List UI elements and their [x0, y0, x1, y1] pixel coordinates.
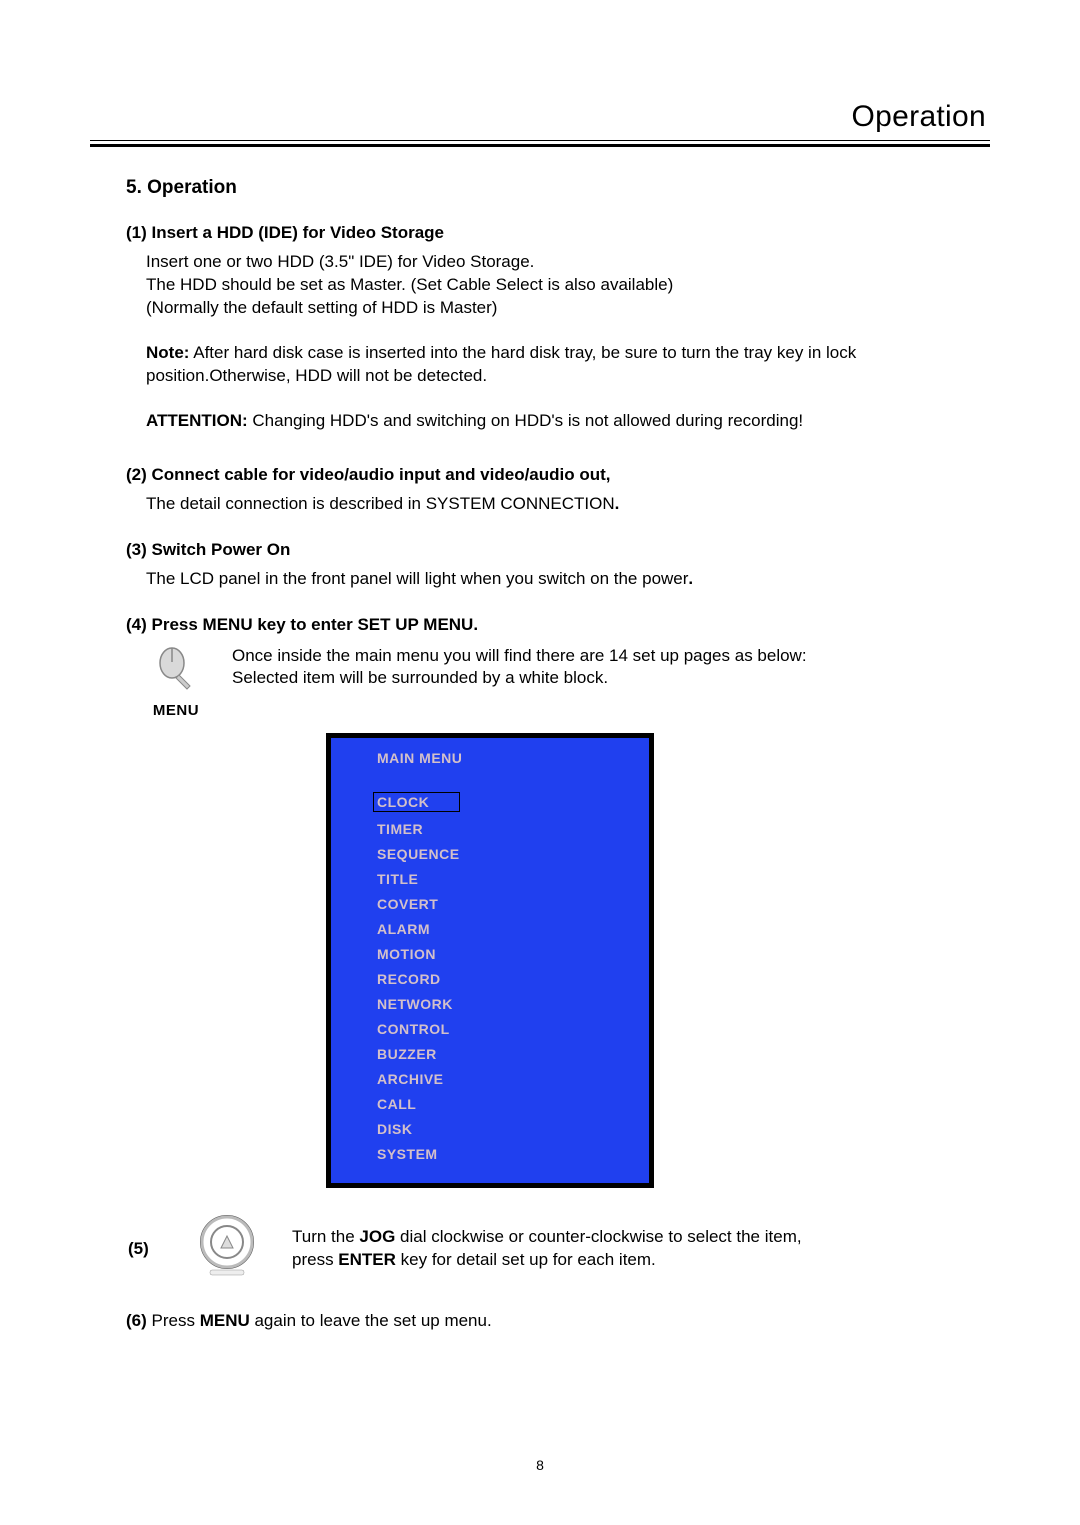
- step1-note: Note: After hard disk case is inserted i…: [146, 342, 954, 388]
- main-menu-item: TIMER: [377, 821, 619, 837]
- step3-line1b: .: [688, 569, 693, 588]
- page-number: 8: [0, 1457, 1080, 1473]
- note-text: After hard disk case is inserted into th…: [146, 343, 856, 385]
- step6-text: (6) Press MENU again to leave the set up…: [126, 1311, 954, 1331]
- step2-line1b: .: [615, 494, 620, 513]
- main-menu-item: SEQUENCE: [377, 846, 619, 862]
- step6-t2: again to leave the set up menu.: [250, 1311, 492, 1330]
- step5-num: (5): [126, 1239, 162, 1259]
- step2-heading: (2) Connect cable for video/audio input …: [126, 465, 954, 485]
- step5-enter: ENTER: [338, 1250, 396, 1269]
- section-heading: 5. Operation: [126, 177, 954, 199]
- main-menu-item: COVERT: [377, 896, 619, 912]
- header-title: Operation: [90, 100, 990, 134]
- main-menu-item: DISK: [377, 1121, 619, 1137]
- main-menu-box: MAIN MENU CLOCK TIMER SEQUENCE TITLE COVERT A…: [326, 733, 654, 1188]
- mouse-icon: [156, 645, 196, 691]
- attention-label: ATTENTION:: [146, 411, 248, 430]
- main-menu-item: CLOCK: [373, 792, 460, 812]
- step2-line1a: The detail connection is described in SY…: [146, 494, 615, 513]
- jog-dial-icon: [192, 1214, 262, 1285]
- step4-desc1: Once inside the main menu you will find …: [232, 646, 807, 665]
- main-menu-item: NETWORK: [377, 996, 619, 1012]
- step3-body: The LCD panel in the front panel will li…: [146, 568, 954, 591]
- step4-heading: (4) Press MENU key to enter SET UP MENU.: [126, 615, 954, 635]
- main-menu-item: TITLE: [377, 871, 619, 887]
- main-menu-item: RECORD: [377, 971, 619, 987]
- header-rule: [90, 140, 990, 147]
- step4-desc: Once inside the main menu you will find …: [232, 645, 807, 691]
- step3-line1a: The LCD panel in the front panel will li…: [146, 569, 688, 588]
- step2-body: The detail connection is described in SY…: [146, 493, 954, 516]
- step6-t1: Press: [152, 1311, 200, 1330]
- step1-line1: Insert one or two HDD (3.5" IDE) for Vid…: [146, 252, 534, 271]
- main-menu-item: BUZZER: [377, 1046, 619, 1062]
- note-label: Note:: [146, 343, 189, 362]
- step5-t2: dial clockwise or counter-clockwise to s…: [395, 1227, 801, 1246]
- step4-desc2: Selected item will be surrounded by a wh…: [232, 668, 608, 687]
- main-menu-item: CALL: [377, 1096, 619, 1112]
- step5-jog: JOG: [359, 1227, 395, 1246]
- step5-row: (5) Turn the JOG dial clockwise or count…: [126, 1214, 954, 1285]
- menu-icon-label: MENU: [146, 702, 206, 719]
- main-menu-item: ARCHIVE: [377, 1071, 619, 1087]
- page: Operation 5. Operation (1) Insert a HDD …: [0, 0, 1080, 1525]
- step4-row: MENU Once inside the main menu you will …: [126, 645, 954, 719]
- content: 5. Operation (1) Insert a HDD (IDE) for …: [90, 147, 990, 1331]
- main-menu-item: SYSTEM: [377, 1146, 619, 1162]
- step3-heading: (3) Switch Power On: [126, 540, 954, 560]
- main-menu-item: MOTION: [377, 946, 619, 962]
- main-menu-items: CLOCKTIMERSEQUENCETITLECOVERTALARMMOTION…: [377, 792, 619, 1162]
- main-menu-inner: MAIN MENU CLOCK TIMER SEQUENCE TITLE COVERT A…: [331, 738, 649, 1183]
- step6-num: (6): [126, 1311, 152, 1330]
- main-menu-item: ALARM: [377, 921, 619, 937]
- step5-t1: Turn the: [292, 1227, 359, 1246]
- main-menu-title: MAIN MENU: [377, 750, 619, 766]
- step1-attention: ATTENTION: Changing HDD's and switching …: [146, 410, 954, 433]
- step5-t3: press: [292, 1250, 338, 1269]
- step5-t4: key for detail set up for each item.: [396, 1250, 656, 1269]
- menu-icon-col: MENU: [126, 645, 206, 719]
- step1-body: Insert one or two HDD (3.5" IDE) for Vid…: [146, 251, 954, 320]
- main-menu-item: CONTROL: [377, 1021, 619, 1037]
- step5-text: Turn the JOG dial clockwise or counter-c…: [292, 1226, 802, 1272]
- step1-line2: The HDD should be set as Master. (Set Ca…: [146, 275, 673, 294]
- step1-line3: (Normally the default setting of HDD is …: [146, 298, 497, 317]
- step6-menu: MENU: [200, 1311, 250, 1330]
- step1-heading: (1) Insert a HDD (IDE) for Video Storage: [126, 223, 954, 243]
- attention-text: Changing HDD's and switching on HDD's is…: [248, 411, 804, 430]
